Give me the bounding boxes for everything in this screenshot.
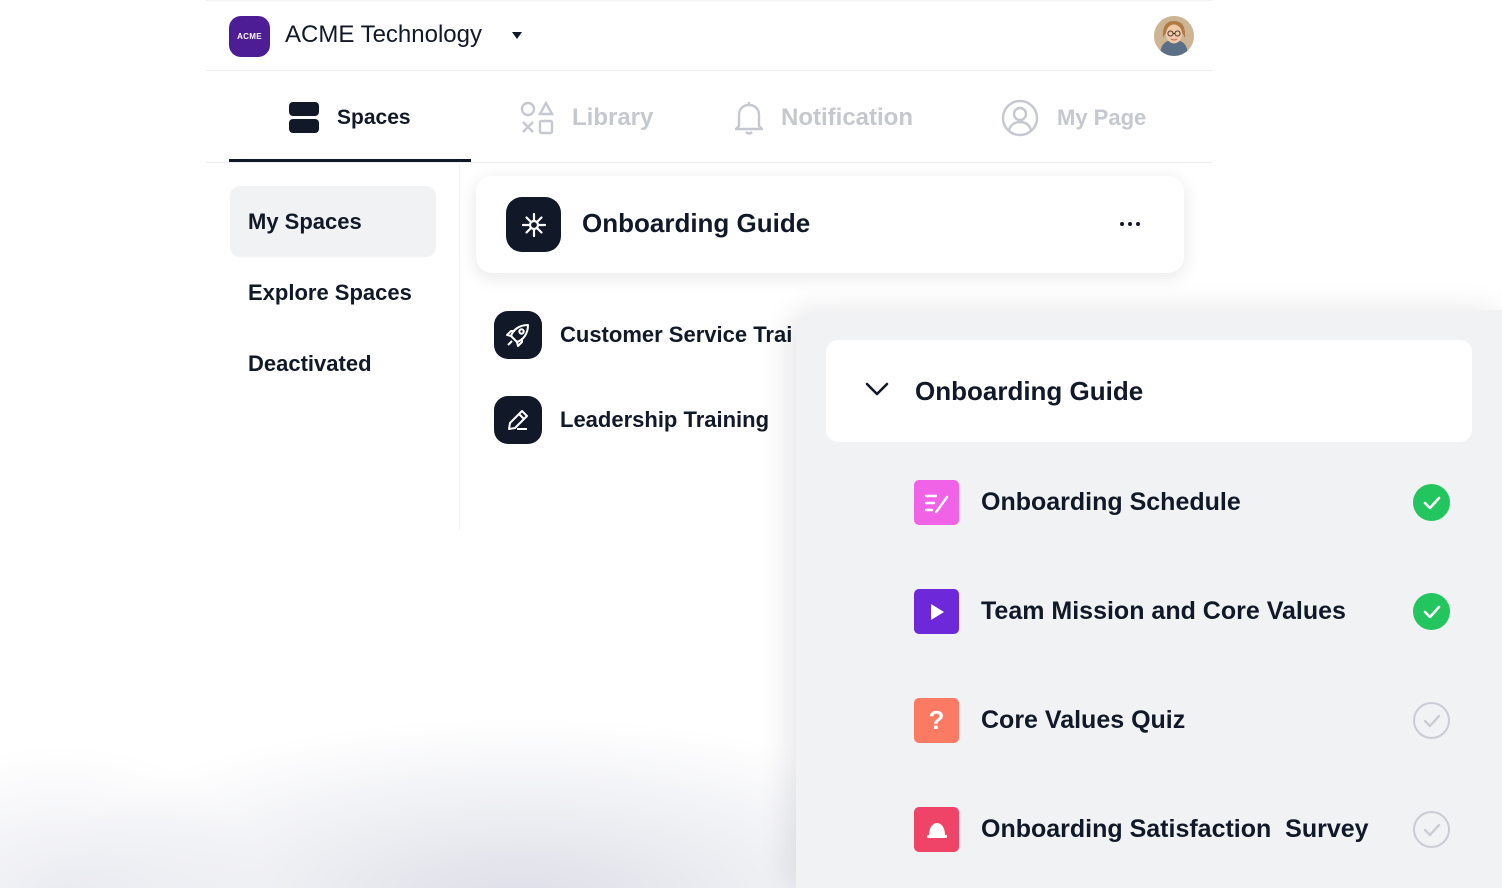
sidebar-item-my-spaces[interactable]: My Spaces (230, 186, 436, 257)
pencil-icon (494, 396, 542, 444)
sparkle-icon (506, 197, 561, 252)
org-logo[interactable]: ACME (229, 16, 270, 57)
check-circle-outline-icon (1413, 702, 1450, 739)
tab-library[interactable]: Library (520, 72, 653, 163)
sidebar-item-label: My Spaces (248, 208, 362, 234)
course-item[interactable]: Customer Service Trai (494, 310, 792, 360)
lesson-item[interactable]: Onboarding Satisfaction Survey (914, 807, 1454, 853)
spaces-icon (289, 101, 319, 134)
avatar[interactable] (1154, 16, 1194, 56)
sidebar-item-label: Explore Spaces (248, 279, 412, 305)
rocket-icon (494, 311, 542, 359)
sidebar: My Spaces Explore Spaces Deactivated (206, 164, 460, 530)
active-tab-indicator (229, 159, 471, 162)
tab-spaces[interactable]: Spaces (289, 72, 411, 163)
lesson-item[interactable]: Onboarding Schedule (914, 480, 1454, 526)
panel-title: Onboarding Guide (915, 376, 1144, 406)
library-icon (520, 100, 554, 135)
bell-icon (735, 101, 763, 135)
tab-notification[interactable]: Notification (735, 72, 913, 163)
chevron-down-icon[interactable] (864, 380, 890, 403)
sidebar-item-label: Deactivated (248, 350, 372, 376)
panel-header[interactable]: Onboarding Guide (826, 340, 1472, 442)
document-edit-icon (914, 480, 959, 525)
check-circle-outline-icon (1413, 811, 1450, 848)
nav-tabs: Spaces Library Notification My Page (206, 72, 1212, 163)
space-card[interactable]: Onboarding Guide (476, 176, 1184, 273)
more-options-icon[interactable] (1112, 210, 1148, 238)
check-circle-icon (1413, 593, 1450, 630)
sidebar-item-deactivated[interactable]: Deactivated (230, 328, 436, 399)
course-item[interactable]: Leadership Training (494, 395, 769, 445)
lesson-label: Core Values Quiz (981, 706, 1186, 734)
lesson-label: Team Mission and Core Values (981, 597, 1346, 625)
tab-label: Spaces (337, 105, 411, 129)
tab-my-page[interactable]: My Page (1001, 72, 1146, 163)
play-icon (914, 589, 959, 634)
tab-label: My Page (1057, 104, 1147, 130)
tab-label: Library (572, 103, 654, 131)
check-circle-icon (1413, 484, 1450, 521)
course-label: Customer Service Trai (560, 322, 793, 347)
sidebar-item-explore-spaces[interactable]: Explore Spaces (230, 257, 436, 328)
caret-down-icon[interactable] (512, 32, 522, 39)
lesson-item[interactable]: Team Mission and Core Values (914, 589, 1454, 635)
top-bar: ACME ACME Technology (206, 0, 1212, 71)
lesson-label: Onboarding Schedule (981, 488, 1241, 516)
course-label: Leadership Training (560, 407, 770, 432)
space-title: Onboarding Guide (582, 208, 811, 238)
lesson-item[interactable]: ? Core Values Quiz (914, 698, 1454, 744)
tab-label: Notification (781, 103, 913, 131)
question-icon: ? (914, 698, 959, 743)
course-outline-panel: Onboarding Guide Onboarding Schedule Tea… (796, 310, 1502, 888)
lesson-label: Onboarding Satisfaction Survey (981, 815, 1369, 843)
survey-icon (914, 807, 959, 852)
user-icon (1001, 99, 1039, 137)
org-name[interactable]: ACME Technology (285, 21, 482, 49)
